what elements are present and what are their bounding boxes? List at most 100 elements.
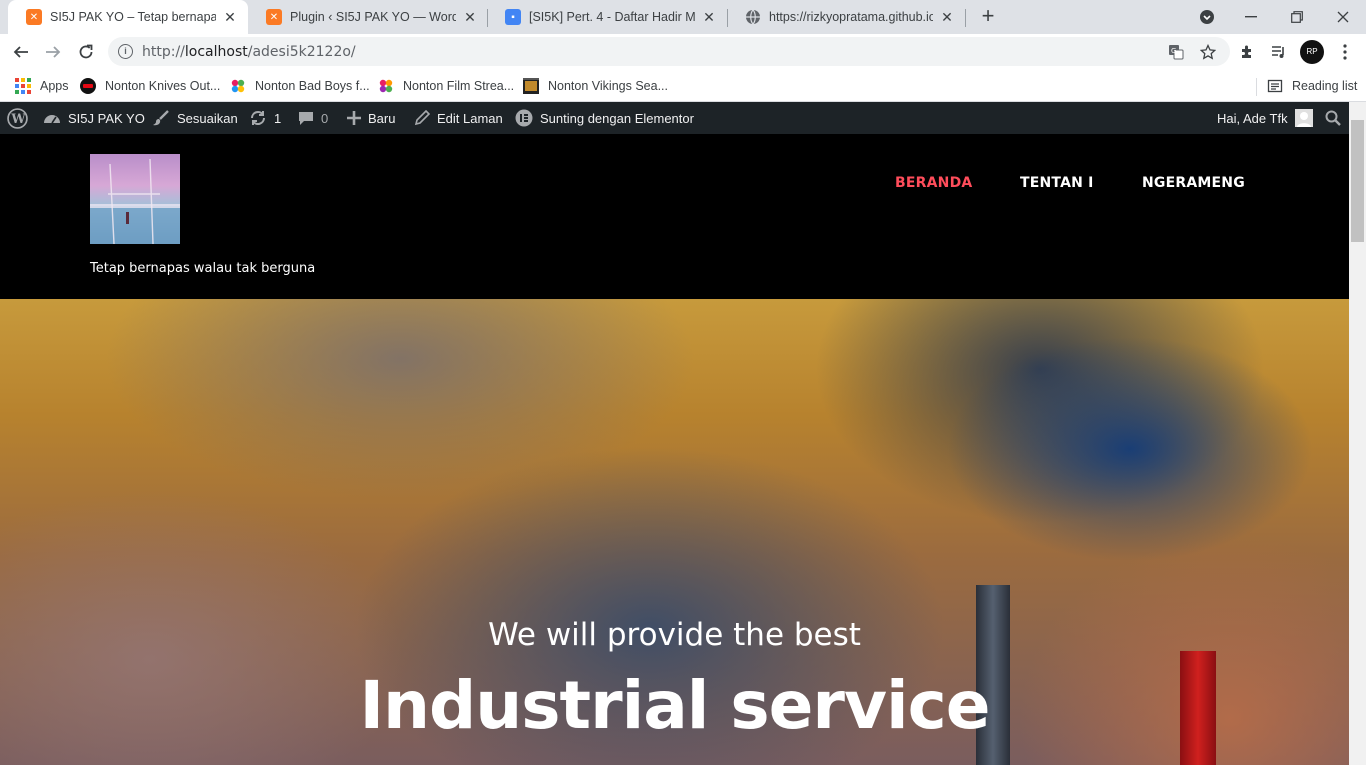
greeting-label: Hai, Ade Tfk <box>1217 110 1288 126</box>
bookmark-label: Nonton Bad Boys f... <box>255 79 370 93</box>
paintbrush-icon <box>152 109 170 127</box>
dashboard-icon <box>43 111 61 125</box>
edit-page-link[interactable]: Edit Laman <box>414 102 503 134</box>
customize-label: Sesuaikan <box>177 110 238 126</box>
bookmark-label: Nonton Film Strea... <box>403 79 515 93</box>
close-icon[interactable]: ✕ <box>939 9 955 25</box>
new-content-menu[interactable]: Baru <box>347 102 395 134</box>
tab-title: https://rizkyopratama.github.io/s <box>769 10 933 24</box>
hero-section: We will provide the best Industrial serv… <box>0 299 1349 765</box>
url-scheme: http:// <box>142 44 185 60</box>
back-button[interactable] <box>7 38 35 66</box>
new-tab-button[interactable]: + <box>976 5 1000 29</box>
flower-icon <box>230 78 246 94</box>
translate-icon[interactable]: G <box>1166 42 1186 62</box>
close-icon[interactable]: ✕ <box>222 9 238 25</box>
address-bar[interactable]: i http://localhost/adesi5k2122o/ G <box>108 37 1230 66</box>
elementor-edit-link[interactable]: Sunting dengan Elementor <box>515 102 694 134</box>
chevron-down-icon <box>1200 10 1214 24</box>
elementor-label: Sunting dengan Elementor <box>540 110 694 126</box>
tab-si5j-home[interactable]: ✕ SI5J PAK YO – Tetap bernapas walau ✕ <box>8 0 248 34</box>
scrollbar-thumb[interactable] <box>1351 120 1364 242</box>
reload-button[interactable] <box>72 38 100 66</box>
tab-plugin[interactable]: ✕ Plugin ‹ SI5J PAK YO — WordPress ✕ <box>248 0 488 34</box>
bookmark-label: Nonton Vikings Sea... <box>548 79 668 93</box>
media-control-icon[interactable] <box>1268 41 1290 63</box>
minimize-button[interactable] <box>1228 0 1274 34</box>
extensions-icon[interactable] <box>1236 41 1258 63</box>
close-icon[interactable]: ✕ <box>462 9 478 25</box>
restore-icon <box>1291 11 1303 23</box>
minimize-icon <box>1245 16 1257 18</box>
film-icon <box>523 78 539 94</box>
wordpress-logo-button[interactable]: W <box>7 102 28 134</box>
bookmark-film-strea[interactable]: Nonton Film Strea... <box>378 76 514 96</box>
pencil-icon <box>414 110 430 126</box>
xampp-icon: ✕ <box>26 9 42 25</box>
restore-button[interactable] <box>1274 0 1320 34</box>
bookmark-bad-boys[interactable]: Nonton Bad Boys f... <box>230 76 370 96</box>
site-name-label: SI5J PAK YO <box>68 110 145 126</box>
comments-count: 0 <box>321 110 329 126</box>
bookmark-label: Nonton Knives Out... <box>105 79 221 93</box>
wordpress-icon: W <box>7 107 28 129</box>
apps-grid-icon <box>15 78 31 94</box>
svg-text:W: W <box>10 111 26 126</box>
tab-github[interactable]: https://rizkyopratama.github.io/s ✕ <box>727 0 965 34</box>
my-account-menu[interactable]: Hai, Ade Tfk <box>1217 102 1313 134</box>
hero-title: Industrial service <box>359 667 990 744</box>
classroom-icon: ▪ <box>505 9 521 25</box>
site-header: Tetap bernapas walau tak berguna BERANDA… <box>0 134 1349 299</box>
customize-link[interactable]: Sesuaikan <box>152 102 238 134</box>
globe-icon <box>745 9 761 25</box>
site-name-menu[interactable]: SI5J PAK YO <box>43 102 145 134</box>
reading-list-button[interactable]: Reading list <box>1267 76 1357 96</box>
tab-divider <box>965 9 966 27</box>
site-logo[interactable] <box>90 154 180 244</box>
star-icon[interactable] <box>1198 42 1218 62</box>
url-path: /adesi5k2122o/ <box>247 44 356 60</box>
site-tagline: Tetap bernapas walau tak berguna <box>90 261 316 276</box>
updates-count: 1 <box>274 110 282 126</box>
nav-item-beranda[interactable]: BERANDA <box>895 175 972 191</box>
movie-icon <box>80 78 96 94</box>
nav-item-tentan-i[interactable]: TENTAN I <box>1020 175 1094 191</box>
tab-title: Plugin ‹ SI5J PAK YO — WordPress <box>290 10 456 24</box>
bookmark-apps[interactable]: Apps <box>15 76 69 96</box>
url-host: localhost <box>184 44 248 60</box>
comments-link[interactable]: 0 <box>298 102 328 134</box>
comment-icon <box>298 110 314 126</box>
tab-title: SI5J PAK YO – Tetap bernapas walau <box>50 10 216 24</box>
info-icon[interactable]: i <box>118 44 133 59</box>
reading-list-icon <box>1267 78 1283 94</box>
arrow-right-icon <box>46 46 61 58</box>
plus-icon <box>347 111 361 125</box>
tab-search-button[interactable] <box>1184 0 1230 34</box>
nav-item-ngerameng[interactable]: NGERAMENG <box>1142 175 1245 191</box>
reload-icon <box>79 44 93 59</box>
menu-kebab-icon[interactable] <box>1334 41 1356 63</box>
close-icon[interactable]: ✕ <box>701 9 717 25</box>
tab-strip: ✕ SI5J PAK YO – Tetap bernapas walau ✕ ✕… <box>0 0 1366 34</box>
forward-button[interactable] <box>39 38 67 66</box>
updates-link[interactable]: 1 <box>249 102 281 134</box>
hero-subtitle: We will provide the best <box>488 617 861 653</box>
url-text[interactable]: http://localhost/adesi5k2122o/ <box>142 44 356 60</box>
profile-avatar[interactable]: RP <box>1300 40 1324 64</box>
page-scrollbar[interactable] <box>1349 102 1366 765</box>
avatar <box>1294 109 1313 127</box>
flower-icon <box>378 78 394 94</box>
browser-toolbar: i http://localhost/adesi5k2122o/ G RP <box>0 34 1366 70</box>
bookmarks-divider <box>1256 78 1257 96</box>
admin-search-button[interactable] <box>1325 102 1341 134</box>
close-icon <box>1337 11 1349 23</box>
new-label: Baru <box>368 110 396 126</box>
arrow-left-icon <box>13 46 28 58</box>
tab-classroom[interactable]: ▪ [SI5K] Pert. 4 - Daftar Hadir Maha ✕ <box>487 0 727 34</box>
tab-title: [SI5K] Pert. 4 - Daftar Hadir Maha <box>529 10 695 24</box>
xampp-icon: ✕ <box>266 9 282 25</box>
close-window-button[interactable] <box>1320 0 1366 34</box>
svg-text:G: G <box>1171 47 1176 55</box>
bookmark-knives-out[interactable]: Nonton Knives Out... <box>80 76 220 96</box>
bookmark-vikings[interactable]: Nonton Vikings Sea... <box>523 76 668 96</box>
